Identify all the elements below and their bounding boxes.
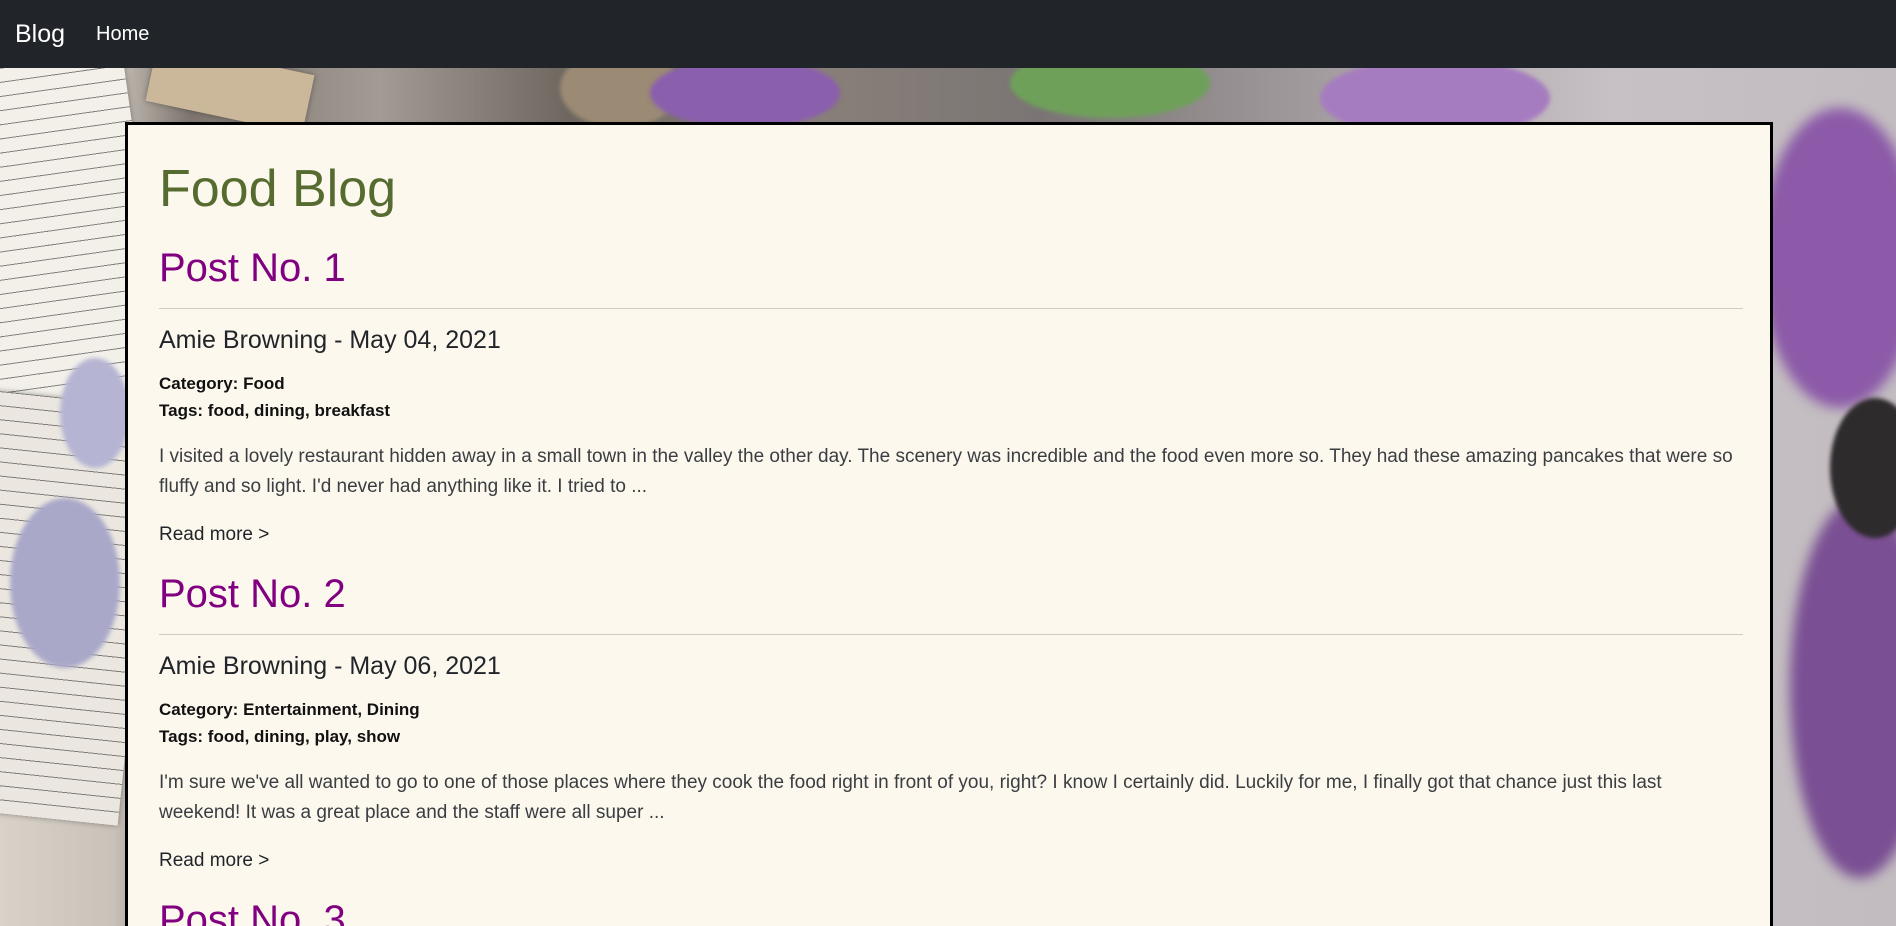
post-excerpt: I visited a lovely restaurant hidden awa…	[159, 446, 1733, 497]
post-byline: Amie Browning - May 06, 2021	[159, 652, 501, 680]
read-more-link[interactable]: Read more >	[159, 524, 269, 546]
content-card: Food Blog Post No. 1 Amie Browning - May…	[125, 122, 1773, 926]
post-byline: Amie Browning - May 04, 2021	[159, 326, 501, 354]
leaf-image	[1010, 68, 1210, 118]
read-more-link[interactable]: Read more >	[159, 850, 269, 872]
navbar: Blog Home	[0, 0, 1896, 68]
post-divider	[159, 634, 1743, 635]
post-category: Category: Food	[159, 374, 285, 393]
post-category: Category: Entertainment, Dining	[159, 700, 420, 719]
lilac-image	[650, 68, 840, 128]
post-tags: Tags: food, dining, breakfast	[159, 401, 391, 420]
lilac-drawing-image	[10, 498, 120, 668]
lilac-image	[1790, 498, 1896, 878]
lilac-drawing-image	[60, 358, 130, 468]
post-title: Post No. 1	[159, 246, 346, 290]
post-tags: Tags: food, dining, play, show	[159, 727, 401, 746]
nav-link-home[interactable]: Home	[96, 23, 149, 46]
post-excerpt: I'm sure we've all wanted to go to one o…	[159, 772, 1662, 823]
page-title: Food Blog	[159, 160, 397, 218]
post-divider	[159, 308, 1743, 309]
lilac-image	[1760, 108, 1896, 408]
post-title: Post No. 2	[159, 572, 346, 616]
post-title: Post No. 3	[159, 898, 346, 926]
brand-link[interactable]: Blog	[15, 20, 65, 49]
